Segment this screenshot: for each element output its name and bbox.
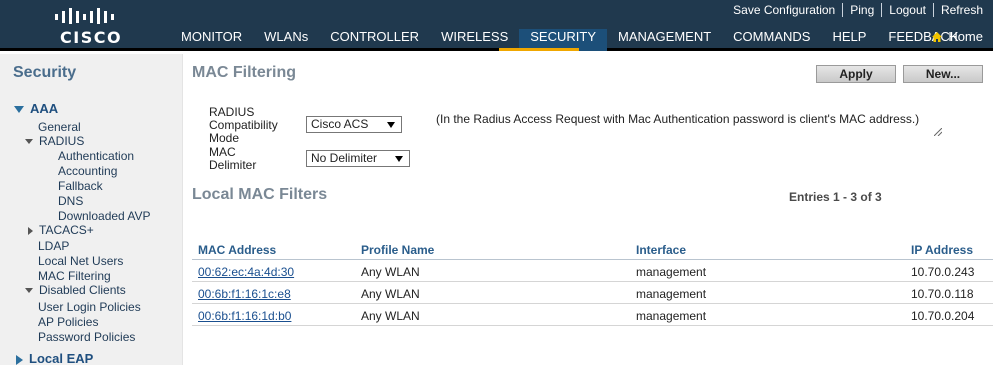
profile-name-cell: Any WLAN	[361, 265, 420, 279]
ip-address-cell: 10.70.0.204	[911, 309, 975, 323]
ping-link[interactable]: Ping	[843, 3, 883, 17]
resize-grip-icon[interactable]	[934, 128, 942, 136]
mac-address-link[interactable]: 00:6b:f1:16:1c:e8	[198, 287, 291, 301]
interface-cell: management	[636, 309, 707, 323]
table-row: 00:6b:f1:16:1d:b0 Any WLAN management 10…	[192, 304, 993, 326]
page-title: MAC Filtering	[192, 64, 296, 81]
sidebar-section-aaa-label: AAA	[30, 101, 59, 116]
radius-label-line: Mode	[209, 131, 240, 145]
nav-wlans[interactable]: WLANs	[253, 29, 319, 51]
profile-name-cell: Any WLAN	[361, 309, 420, 323]
ip-address-cell: 10.70.0.243	[911, 265, 975, 279]
sidebar-item-fallback[interactable]: Fallback	[58, 179, 103, 193]
sidebar-item-authentication[interactable]: Authentication	[58, 149, 134, 163]
sidebar-item-disabled-clients[interactable]: Disabled Clients	[25, 283, 126, 297]
new-button[interactable]: New...	[903, 65, 983, 83]
sidebar-item-ldap[interactable]: LDAP	[38, 239, 69, 253]
collapsed-chevron-icon	[28, 226, 33, 235]
top-links: Save Configuration Ping Logout Refresh	[726, 3, 985, 17]
sidebar-item-radius[interactable]: RADIUS	[25, 134, 84, 148]
radius-note: (In the Radius Access Request with Mac A…	[436, 112, 920, 126]
radius-compatibility-value: Cisco ACS	[311, 117, 369, 131]
sidebar-item-accounting[interactable]: Accounting	[58, 164, 117, 178]
profile-name-cell: Any WLAN	[361, 287, 420, 301]
home-label: Home	[948, 29, 983, 44]
sidebar-title: Security	[13, 64, 77, 81]
sidebar-item-password-policies[interactable]: Password Policies	[38, 330, 135, 344]
column-header-mac-address[interactable]: MAC Address	[198, 243, 276, 257]
nav-controller[interactable]: CONTROLLER	[319, 29, 430, 51]
sidebar-item-dns[interactable]: DNS	[58, 194, 83, 208]
mac-delimiter-select[interactable]: No Delimiter	[306, 150, 410, 167]
sidebar-item-general[interactable]: General	[38, 120, 81, 134]
sidebar-section-local-eap[interactable]: Local EAP	[16, 351, 93, 366]
brand-name: CISCO	[60, 28, 123, 47]
cisco-bridge-icon	[55, 8, 114, 24]
table-row: 00:62:ec:4a:4d:30 Any WLAN management 10…	[192, 260, 993, 282]
dropdown-arrow-icon	[395, 156, 403, 162]
section-title-local-mac-filters: Local MAC Filters	[192, 186, 328, 203]
sidebar-item-ap-policies[interactable]: AP Policies	[38, 315, 98, 329]
mac-address-link[interactable]: 00:62:ec:4a:4d:30	[198, 265, 294, 279]
table-row: 00:6b:f1:16:1c:e8 Any WLAN management 10…	[192, 282, 993, 304]
entries-count: Entries 1 - 3 of 3	[789, 190, 882, 204]
sidebar-item-user-login-policies[interactable]: User Login Policies	[38, 300, 141, 314]
sidebar-section-aaa[interactable]: AAA	[14, 101, 58, 116]
sidebar-item-mac-filtering[interactable]: MAC Filtering	[38, 269, 111, 283]
column-header-ip-address[interactable]: IP Address	[911, 243, 973, 257]
active-tab-indicator	[499, 48, 579, 51]
refresh-link[interactable]: Refresh	[934, 3, 985, 17]
interface-cell: management	[636, 287, 707, 301]
sidebar-item-tacacs-label: TACACS+	[39, 223, 94, 237]
nav-commands[interactable]: COMMANDS	[722, 29, 821, 51]
nav-help[interactable]: HELP	[821, 29, 877, 51]
top-header: CISCO Save Configuration Ping Logout Refres…	[0, 0, 993, 51]
radius-compatibility-select[interactable]: Cisco ACS	[306, 116, 402, 133]
ip-address-cell: 10.70.0.118	[911, 287, 974, 301]
expand-chevron-icon	[14, 106, 24, 114]
interface-cell: management	[636, 265, 707, 279]
cisco-logo: CISCO	[50, 6, 130, 47]
sidebar-item-downloaded-avp[interactable]: Downloaded AVP	[58, 209, 151, 223]
logout-link[interactable]: Logout	[882, 3, 934, 17]
mac-delimiter-label: MAC Delimiter	[209, 146, 256, 172]
collapsed-chevron-icon	[16, 354, 23, 365]
mac-delimiter-label-line: Delimiter	[209, 158, 257, 172]
mac-filter-table: MAC Address Profile Name Interface IP Ad…	[192, 240, 993, 326]
mac-address-link[interactable]: 00:6b:f1:16:1d:b0	[198, 309, 291, 323]
expand-chevron-icon	[25, 139, 33, 145]
sidebar-item-local-net-users[interactable]: Local Net Users	[38, 254, 123, 268]
expand-chevron-icon	[25, 288, 33, 294]
home-icon	[932, 31, 943, 42]
sidebar-item-tacacs[interactable]: TACACS+	[28, 223, 94, 237]
column-header-profile-name[interactable]: Profile Name	[361, 243, 434, 257]
nav-monitor[interactable]: MONITOR	[170, 29, 253, 51]
mac-delimiter-value: No Delimiter	[311, 151, 378, 165]
nav-management[interactable]: MANAGEMENT	[607, 29, 722, 51]
column-header-interface[interactable]: Interface	[636, 243, 686, 257]
apply-button[interactable]: Apply	[816, 65, 896, 83]
sidebar: Security AAA General RADIUS Authenticati…	[0, 54, 183, 366]
radius-compatibility-label: RADIUS Compatibility Mode	[209, 106, 278, 145]
home-link[interactable]: Home	[931, 29, 983, 44]
table-header: MAC Address Profile Name Interface IP Ad…	[192, 240, 993, 260]
save-configuration-link[interactable]: Save Configuration	[726, 3, 844, 17]
sidebar-item-radius-label: RADIUS	[39, 134, 85, 148]
sidebar-section-local-eap-label: Local EAP	[29, 351, 94, 366]
sidebar-item-disabled-clients-label: Disabled Clients	[39, 283, 126, 297]
dropdown-arrow-icon	[387, 122, 395, 128]
